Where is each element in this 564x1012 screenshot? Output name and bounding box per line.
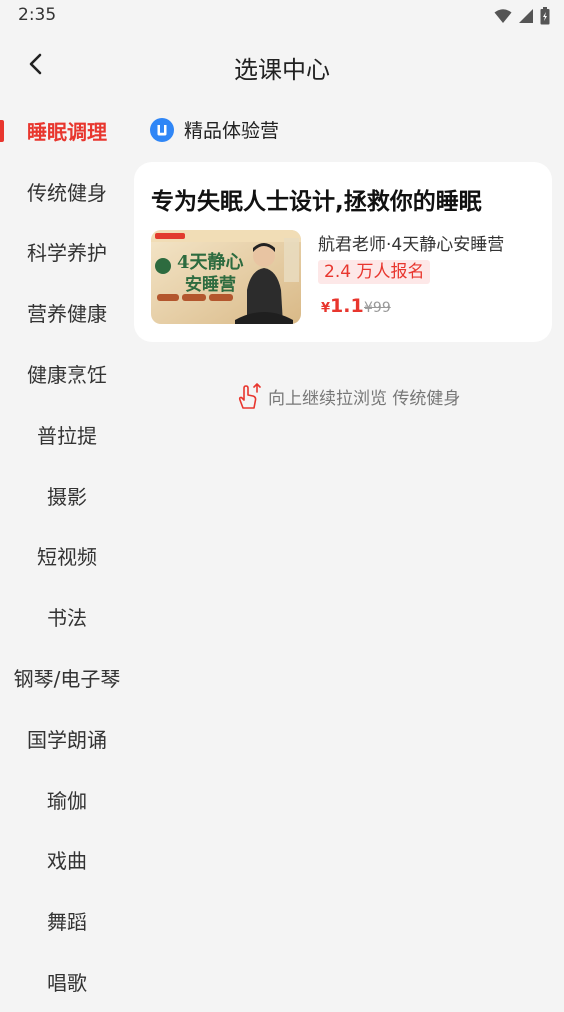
price-value: 1.1 <box>330 295 364 317</box>
sidebar-item-label: 唱歌 <box>47 971 87 996</box>
sidebar-item-label: 国学朗诵 <box>27 727 107 752</box>
scroll-hint: 向上继续拉浏览 传统健身 <box>234 382 460 410</box>
sidebar-item-calligraphy[interactable]: 书法 <box>0 586 134 647</box>
current-price: ¥1.1 <box>321 295 364 317</box>
sidebar-item-dance[interactable]: 舞蹈 <box>0 890 134 951</box>
sidebar-item-label: 短视频 <box>37 545 97 570</box>
sidebar-item-label: 科学养护 <box>27 241 107 266</box>
sidebar-item-recitation[interactable]: 国学朗诵 <box>0 708 134 769</box>
page-title: 选课中心 <box>234 56 330 84</box>
sidebar-item-healthy-cooking[interactable]: 健康烹饪 <box>0 343 134 404</box>
sidebar-item-label: 舞蹈 <box>47 910 87 935</box>
sidebar-item-label: 睡眠调理 <box>27 119 107 144</box>
sidebar-item-label: 健康烹饪 <box>27 363 107 388</box>
sidebar-item-singing[interactable]: 唱歌 <box>0 951 134 1012</box>
thumbnail-subtitle: 安睡营 <box>185 275 236 295</box>
camp-logo-icon <box>150 117 174 142</box>
sidebar-item-piano[interactable]: 钢琴/电子琴 <box>0 647 134 708</box>
course-thumbnail[interactable]: 4天静心 安睡营 <box>151 230 301 324</box>
sidebar-item-yoga[interactable]: 瑜伽 <box>0 769 134 830</box>
swipe-up-hand-icon <box>238 383 261 409</box>
wifi-icon <box>494 9 512 23</box>
course-name: 航君老师·4天静心安睡营 <box>318 235 505 255</box>
sidebar-item-label: 摄影 <box>47 484 87 509</box>
sidebar-item-label: 书法 <box>47 606 87 631</box>
sidebar-item-scientific-care[interactable]: 科学养护 <box>0 222 134 283</box>
sidebar-item-label: 戏曲 <box>47 849 87 874</box>
card-title: 专为失眠人士设计,拯救你的睡眠 <box>151 189 482 215</box>
course-card[interactable]: 专为失眠人士设计,拯救你的睡眠 4天静心 安睡营 航君老师·4天静心安睡营 2.… <box>134 162 552 342</box>
active-indicator <box>0 120 4 142</box>
sidebar-item-label: 瑜伽 <box>47 788 87 813</box>
sidebar-item-pilates[interactable]: 普拉提 <box>0 404 134 465</box>
enroll-badge: 2.4 万人报名 <box>318 260 431 284</box>
sidebar-item-nutrition[interactable]: 营养健康 <box>0 282 134 343</box>
nav-bar: 选课中心 <box>0 32 564 100</box>
sidebar-item-label: 普拉提 <box>37 423 97 448</box>
status-time: 2:35 <box>18 5 57 25</box>
section-header: 精品体验营 <box>150 116 279 143</box>
section-title: 精品体验营 <box>184 120 280 142</box>
scroll-hint-text: 向上继续拉浏览 传统健身 <box>268 388 461 409</box>
sidebar-item-label: 营养健康 <box>27 302 107 327</box>
status-icons <box>494 6 550 26</box>
sidebar-item-opera[interactable]: 戏曲 <box>0 830 134 891</box>
sidebar-item-photography[interactable]: 摄影 <box>0 465 134 526</box>
price-currency: ¥ <box>321 301 331 316</box>
sidebar-item-traditional-fitness[interactable]: 传统健身 <box>0 161 134 222</box>
sidebar-item-label: 钢琴/电子琴 <box>13 667 121 692</box>
status-bar: 2:35 <box>0 0 564 32</box>
original-price: ¥99 <box>364 300 391 316</box>
battery-icon <box>540 7 550 25</box>
signal-icon <box>519 9 533 23</box>
sidebar-item-label: 传统健身 <box>27 180 107 205</box>
category-sidebar: 睡眠调理 传统健身 科学养护 营养健康 健康烹饪 普拉提 摄影 短视频 书法 钢… <box>0 100 134 1012</box>
sidebar-item-short-video[interactable]: 短视频 <box>0 526 134 587</box>
sidebar-item-sleep[interactable]: 睡眠调理 <box>0 100 134 161</box>
